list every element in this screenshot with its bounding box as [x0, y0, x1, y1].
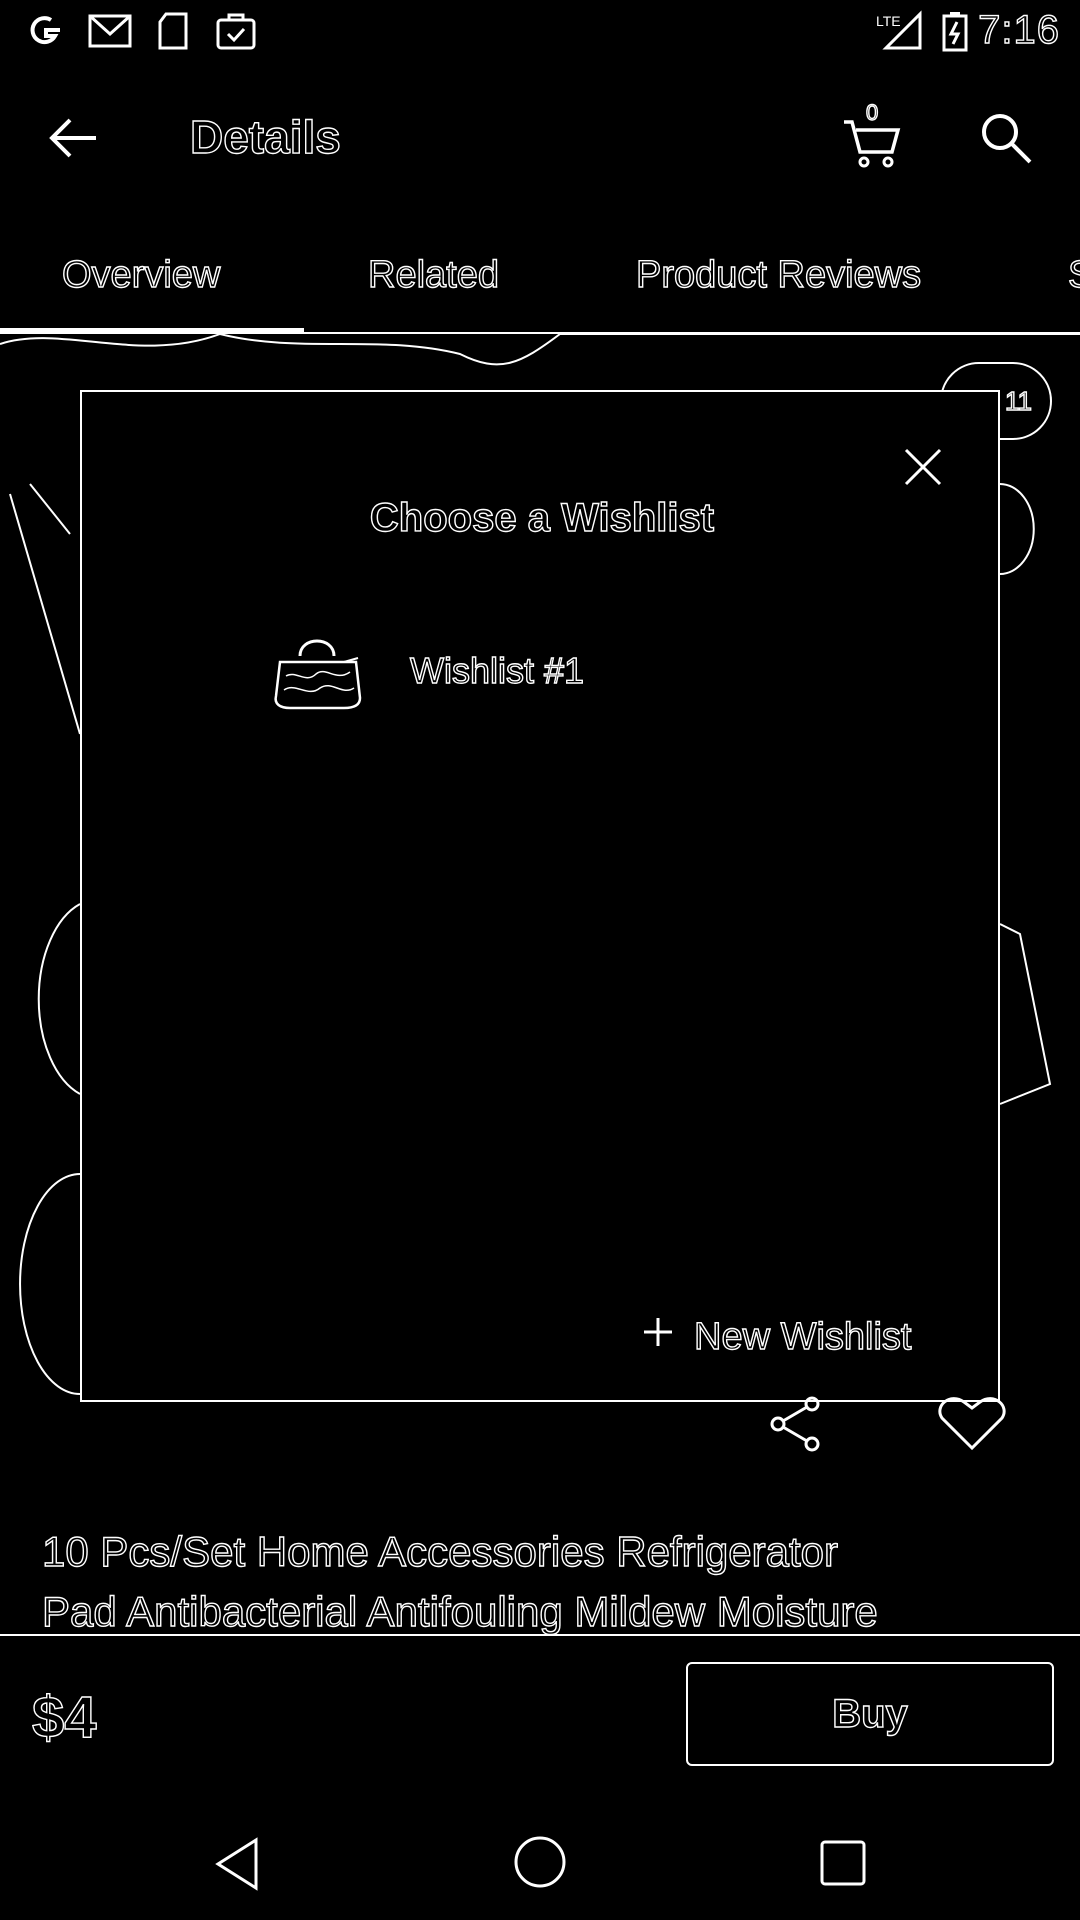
nav-recents-icon[interactable] [818, 1838, 868, 1888]
wishlist-modal: Choose a Wishlist Wishlist #1 New Wishli… [80, 390, 1000, 1402]
product-title-line-2: Pad Antibacterial Antifouling Mildew Moi… [41, 1587, 878, 1635]
wishlist-name: Wishlist #1 [409, 649, 585, 691]
status-time: 7:16 [977, 7, 1060, 52]
bag-thumbnail [272, 632, 362, 712]
modal-title: Choose a Wishlist [369, 495, 715, 540]
buy-button[interactable]: Buy [686, 1662, 1054, 1766]
tab-related[interactable]: Related [367, 253, 499, 297]
page-title: Details [189, 110, 341, 163]
nav-back-icon[interactable] [212, 1836, 262, 1892]
product-price: $4 [31, 1684, 97, 1750]
tab-product-reviews[interactable]: Product Reviews [635, 253, 922, 297]
new-wishlist-label: New Wishlist [693, 1315, 912, 1358]
product-title: 10 Pcs/Set Home Accessories Refrigerator… [41, 1522, 1052, 1642]
briefcase-check-icon [214, 10, 258, 52]
plus-icon [642, 1316, 674, 1348]
battery-charging-icon [940, 10, 970, 52]
close-icon[interactable] [902, 446, 944, 488]
app-bar: Details 0 [0, 80, 1080, 190]
wishlist-item[interactable]: Wishlist #1 [272, 632, 812, 712]
heart-icon[interactable] [936, 1396, 1008, 1452]
tab-bar: Overview Related Product Reviews S [0, 250, 1080, 334]
google-icon [24, 10, 66, 52]
tab-more[interactable]: S [1067, 253, 1080, 297]
sd-card-icon [156, 10, 192, 52]
product-title-line-1: 10 Pcs/Set Home Accessories Refrigerator [41, 1527, 838, 1575]
nav-home-icon[interactable] [512, 1834, 568, 1890]
svg-text:LTE: LTE [876, 13, 901, 29]
gmail-icon [86, 10, 134, 52]
cart-count-badge: 0 [865, 99, 879, 125]
status-bar: LTE 7:16 [0, 0, 1080, 64]
price-divider [0, 1634, 1080, 1636]
search-icon[interactable] [978, 110, 1034, 166]
lte-signal-icon: LTE [872, 10, 924, 52]
system-nav-bar [0, 1800, 1080, 1920]
new-wishlist-button[interactable]: New Wishlist [642, 1310, 962, 1370]
tab-overview[interactable]: Overview [61, 253, 221, 297]
back-arrow-icon[interactable] [44, 110, 104, 166]
share-icon[interactable] [768, 1396, 824, 1452]
